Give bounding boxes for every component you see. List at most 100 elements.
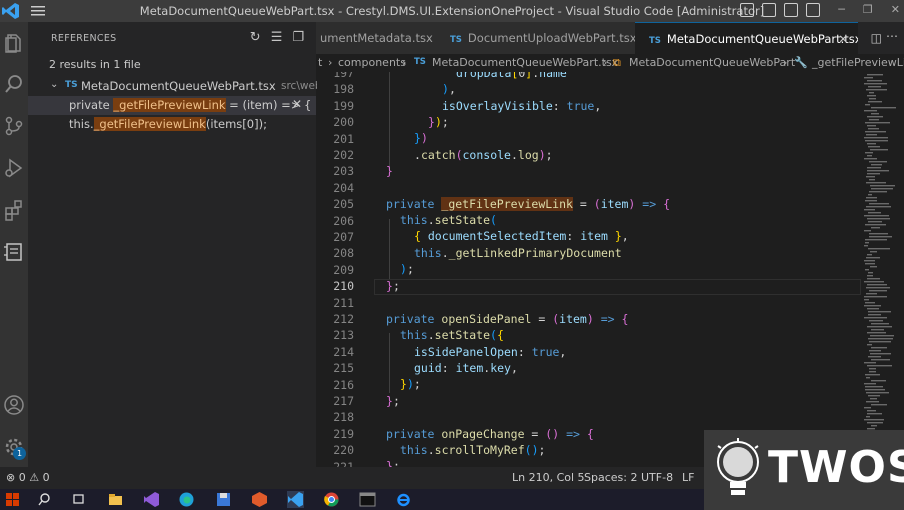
minimap-line [868, 311, 891, 313]
toggle-secondary-sidebar-icon[interactable] [784, 3, 798, 17]
minimap-line [864, 260, 875, 262]
more-actions-icon[interactable]: ⋯ [886, 29, 898, 43]
minimap-line [870, 251, 877, 253]
visual-studio-icon[interactable] [143, 491, 160, 508]
eol-status[interactable]: LF [682, 471, 694, 484]
code-editor[interactable]: 197 198 199 200 201 202 203 204 205 206 207 208 209 2… [316, 72, 904, 467]
activity-bar: 1 [0, 22, 28, 467]
indent-guide [389, 333, 390, 393]
chevron-down-icon[interactable]: ⌄ [50, 79, 58, 90]
minimap-line [871, 425, 877, 427]
split-editor-icon[interactable]: ◫ [871, 31, 882, 45]
minimap-line [867, 95, 876, 97]
source-control-icon[interactable] [3, 115, 25, 137]
code-line: }) [414, 131, 428, 145]
edge-browser-icon[interactable] [178, 491, 195, 508]
line-number: 212 [333, 312, 354, 326]
minimap-line [865, 374, 880, 376]
minimap-line [870, 266, 877, 268]
vscode-taskbar-icon[interactable] [287, 491, 304, 508]
terminal-icon[interactable] [359, 491, 376, 508]
file-explorer-icon[interactable] [107, 491, 124, 508]
breadcrumb-item[interactable]: components [338, 56, 406, 69]
indentation-status[interactable]: Spaces: 2 [584, 471, 637, 484]
minimap-line [867, 422, 883, 424]
notification-badge: 1 [13, 447, 26, 460]
line-number: 214 [333, 344, 354, 359]
remote-explorer-icon[interactable] [3, 241, 25, 263]
minimap[interactable] [862, 72, 902, 467]
minimap-line [864, 299, 869, 301]
refresh-icon[interactable]: ↻ [250, 30, 261, 45]
toggle-sidebar-icon[interactable] [740, 3, 754, 17]
minimap-line [867, 332, 886, 334]
restore-icon[interactable]: ❐ [863, 3, 873, 16]
search-icon[interactable] [36, 491, 53, 508]
toggle-panel-icon[interactable] [762, 3, 776, 17]
minimap-line [864, 383, 876, 385]
close-tab-icon[interactable]: ✕ [838, 23, 848, 54]
minimap-line [864, 419, 884, 421]
minimap-line [867, 155, 872, 157]
minimap-line [864, 83, 887, 85]
minimap-line [867, 275, 873, 277]
save-floppy-icon[interactable] [215, 491, 232, 508]
internet-explorer-icon[interactable] [395, 491, 412, 508]
minimap-line [867, 284, 887, 286]
tab-document-upload[interactable]: TS DocumentUploadWebPart.tsx [438, 22, 645, 54]
breadcrumb-item[interactable]: MetaDocumentQueueWebPart.tsx [432, 56, 618, 69]
minimap-line [865, 269, 869, 271]
search-icon[interactable] [3, 73, 25, 95]
cursor-position[interactable]: Ln 210, Col 5 [512, 471, 585, 484]
chevron-right-icon: › [603, 56, 608, 69]
minimap-line [871, 113, 879, 115]
breadcrumb-item[interactable]: t [318, 56, 322, 69]
minimap-line [864, 407, 871, 409]
title-bar: MetaDocumentQueueWebPart.tsx - Crestyl.D… [0, 0, 904, 22]
minimize-icon[interactable]: ─ [838, 3, 845, 16]
app-icon[interactable] [251, 491, 268, 508]
run-debug-icon[interactable] [3, 157, 25, 179]
minimap-line [869, 233, 888, 235]
account-icon[interactable] [3, 394, 25, 416]
minimap-line [868, 128, 879, 130]
minimap-line [867, 218, 890, 220]
references-panel: REFERENCES ↻ ☰ ❐ 2 results in 1 file ⌄ T… [28, 22, 317, 467]
task-view-icon[interactable] [70, 491, 87, 508]
minimap-line [864, 209, 875, 211]
minimap-line [866, 176, 875, 178]
clear-results-icon[interactable]: ☰ [271, 30, 283, 45]
errors-status[interactable]: ⊗ 0 ⚠ 0 [6, 471, 50, 484]
customize-layout-icon[interactable] [806, 3, 820, 17]
close-window-icon[interactable]: ✕ [891, 3, 900, 16]
breadcrumb-item[interactable]: _getFilePreviewLink [812, 56, 904, 69]
minimap-line [865, 386, 883, 388]
line-number: 213 [333, 328, 354, 343]
extensions-icon[interactable] [3, 199, 25, 221]
minimap-line [869, 290, 887, 292]
line-number: 199 [333, 98, 354, 113]
minimap-line [866, 182, 886, 184]
encoding-status[interactable]: UTF-8 [641, 471, 673, 484]
code-line: isOverlayVisible: true, [442, 99, 602, 113]
result-match: _getFilePreviewLink [113, 98, 226, 112]
minimap-line [870, 149, 888, 151]
result-item[interactable]: private _getFilePreviewLink = (item) => … [28, 96, 316, 115]
chrome-icon[interactable] [323, 491, 340, 508]
explorer-icon[interactable] [3, 32, 25, 54]
tab-meta-document-queue[interactable]: TS MetaDocumentQueueWebPart.tsx ✕ [635, 22, 858, 54]
result-file-row[interactable]: ⌄ TS MetaDocumentQueueWebPart.tsx src\we… [28, 78, 317, 96]
minimap-line [864, 137, 888, 139]
collapse-all-icon[interactable]: ❐ [292, 30, 304, 45]
breadcrumb-item[interactable]: MetaDocumentQueueWebPart [629, 56, 795, 69]
dismiss-result-icon[interactable]: ✕ [292, 97, 302, 111]
chevron-right-icon: › [402, 56, 407, 69]
windows-start-icon[interactable] [4, 491, 21, 508]
result-match: _getFilePreviewLink [93, 117, 206, 131]
minimap-line [868, 314, 881, 316]
tab-document-metadata[interactable]: umentMetadata.tsx [316, 22, 440, 54]
line-number: 221 [333, 459, 354, 467]
minimap-line [865, 389, 885, 391]
result-item[interactable]: this._getFilePreviewLink(items[0]); [28, 115, 316, 134]
minimap-line [864, 230, 871, 232]
